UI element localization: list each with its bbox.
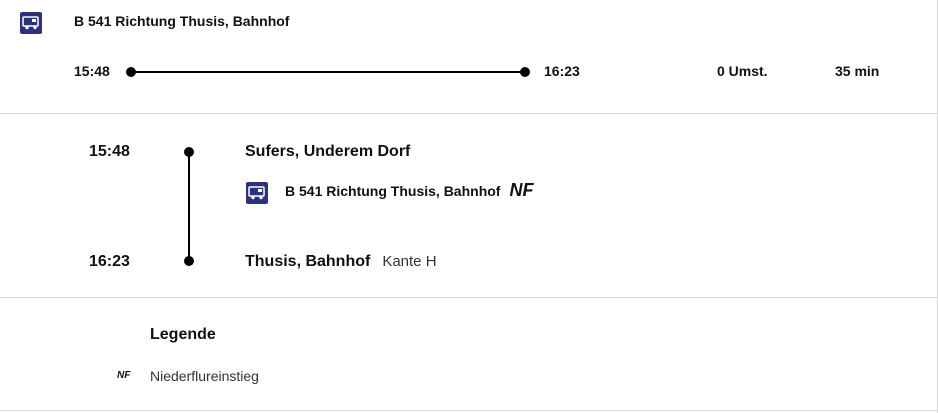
summary-arrival-dot [520,67,530,77]
bus-icon [20,12,42,34]
divider-summary [0,113,938,114]
legend-item-text: Niederflureinstieg [150,368,259,384]
legend-item-code: NF [117,370,131,381]
summary-duration: 35 min [835,63,880,79]
summary-line-title: B 541 Richtung Thusis, Bahnhof [74,13,290,29]
divider-bottom [0,410,938,411]
summary-transfers: 0 Umst. [717,63,768,79]
detail-route-line [188,152,190,262]
divider-details [0,297,938,298]
summary-departure-dot [126,67,136,77]
detail-departure-stop: Sufers, Underem Dorf [245,143,411,160]
low-floor-badge: NF [509,180,534,200]
detail-arrival-dot [184,256,194,266]
detail-line-info: B 541 Richtung Thusis, Bahnhof NF [285,180,533,201]
detail-arrival-time: 16:23 [89,253,130,270]
bus-icon [246,182,268,204]
summary-arrival-time: 16:23 [544,63,580,79]
detail-line-label: B 541 Richtung Thusis, Bahnhof [285,183,501,199]
detail-arrival-stop: Thusis, Bahnhof [245,253,371,270]
detail-departure-dot [184,147,194,157]
summary-route-line [131,71,527,73]
legend-title: Legende [150,326,216,343]
summary-departure-time: 15:48 [74,63,110,79]
detail-departure-time: 15:48 [89,143,130,160]
detail-arrival-platform: Kante H [382,253,437,270]
detail-arrival-info: Thusis, Bahnhof Kante H [245,253,437,271]
